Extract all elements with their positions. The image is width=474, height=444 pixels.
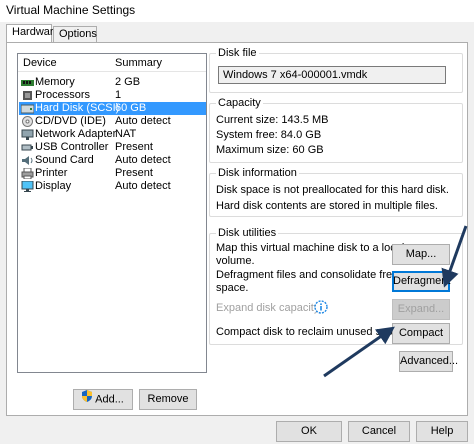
add-button-label: Add...: [95, 393, 124, 406]
title-bar: Virtual Machine Settings: [0, 0, 474, 22]
device-name: USB Controller: [35, 141, 109, 153]
advanced-button[interactable]: Advanced...: [399, 351, 458, 372]
device-summary: Auto detect: [115, 115, 171, 127]
column-header-device[interactable]: Device: [23, 57, 57, 69]
defragment-description-line-2: space.: [216, 282, 249, 294]
disk-file-group: Disk file Windows 7 x64-000001.vmdk: [209, 47, 463, 93]
info-icon: [314, 300, 328, 317]
add-button[interactable]: Add...: [73, 389, 133, 410]
map-description-line-2: volume.: [216, 255, 255, 267]
device-summary: Present: [115, 141, 153, 153]
remove-button[interactable]: Remove: [139, 389, 197, 410]
map-description-line-1: Map this virtual machine disk to a local: [216, 242, 405, 254]
help-button[interactable]: Help: [416, 421, 468, 442]
device-summary: NAT: [115, 128, 137, 140]
tab-hardware[interactable]: Hardware: [6, 24, 60, 43]
disk-file-path-field[interactable]: Windows 7 x64-000001.vmdk: [218, 66, 446, 84]
usb-icon: [21, 142, 34, 153]
memory-icon: [21, 77, 34, 88]
device-row-memory[interactable]: Memory 2 GB: [19, 76, 206, 89]
compact-description: Compact disk to reclaim unused space.: [216, 326, 408, 338]
device-row-network-adapter[interactable]: Network Adapter NAT: [19, 128, 206, 141]
device-row-cd-dvd[interactable]: CD/DVD (IDE) Auto detect: [19, 115, 206, 128]
device-row-printer[interactable]: Printer Present: [19, 167, 206, 180]
device-name: Display: [35, 180, 72, 192]
disk-information-group: Disk information Disk space is not preal…: [209, 167, 463, 217]
device-name: Memory: [35, 76, 75, 88]
current-size-text: Current size: 143.5 MB: [216, 114, 329, 126]
device-name: Sound Card: [35, 154, 94, 166]
maximum-size-text: Maximum size: 60 GB: [216, 144, 324, 156]
printer-icon: [21, 167, 34, 180]
device-name: Network Adapter: [35, 128, 117, 140]
expand-button[interactable]: Expand...: [392, 299, 450, 320]
map-button[interactable]: Map...: [392, 244, 450, 265]
device-list-header: Device Summary: [18, 54, 206, 72]
device-list[interactable]: Device Summary Memory 2 GB Processors 1 …: [17, 53, 207, 373]
processor-icon: [21, 90, 34, 101]
device-summary: 1: [115, 89, 122, 101]
hard-disk-icon: [20, 103, 35, 114]
disk-file-group-label: Disk file: [216, 47, 259, 59]
device-row-processors[interactable]: Processors 1: [19, 89, 206, 102]
device-row-display[interactable]: Display Auto detect: [19, 180, 206, 193]
network-adapter-icon: [21, 129, 34, 140]
device-summary: Auto detect: [115, 180, 171, 192]
disk-info-line-1: Disk space is not preallocated for this …: [216, 184, 449, 196]
device-summary: Present: [115, 167, 153, 179]
compact-button[interactable]: Compact: [392, 323, 450, 344]
expand-description: Expand disk capacity.: [216, 302, 322, 314]
window-title: Virtual Machine Settings: [6, 3, 136, 17]
disk-utilities-group: Disk utilities Map this virtual machine …: [209, 227, 463, 345]
device-name: Hard Disk (SCSI): [35, 102, 120, 114]
device-name: Printer: [35, 167, 68, 179]
device-row-hard-disk[interactable]: Hard Disk (SCSI) 60 GB: [19, 102, 206, 115]
device-summary: 2 GB: [115, 76, 141, 88]
device-row-usb-controller[interactable]: USB Controller Present: [19, 141, 206, 154]
hardware-panel: Device Summary Memory 2 GB Processors 1 …: [6, 42, 468, 416]
shield-icon: [82, 390, 93, 409]
capacity-group-label: Capacity: [216, 97, 263, 109]
device-name: CD/DVD (IDE): [35, 115, 106, 127]
disk-utilities-group-label: Disk utilities: [216, 227, 279, 239]
disk-information-group-label: Disk information: [216, 167, 299, 179]
device-summary: Auto detect: [115, 154, 171, 166]
display-icon: [21, 180, 34, 192]
defragment-description-line-1: Defragment files and consolidate free: [216, 269, 399, 281]
tab-options[interactable]: Options: [53, 26, 97, 43]
device-row-sound-card[interactable]: Sound Card Auto detect: [19, 154, 206, 167]
defragment-button[interactable]: Defragment: [392, 271, 450, 292]
column-header-summary[interactable]: Summary: [115, 57, 162, 69]
cd-dvd-icon: [21, 116, 34, 127]
disk-info-line-2: Hard disk contents are stored in multipl…: [216, 200, 438, 212]
system-free-text: System free: 84.0 GB: [216, 129, 322, 141]
capacity-group: Capacity Current size: 143.5 MB System f…: [209, 97, 463, 163]
device-summary: 60 GB: [115, 102, 147, 114]
device-name: Processors: [35, 89, 91, 101]
vm-settings-window: Virtual Machine Settings Hardware Option…: [0, 0, 474, 444]
cancel-button[interactable]: Cancel: [348, 421, 410, 442]
ok-button[interactable]: OK: [276, 421, 342, 442]
sound-card-icon: [21, 155, 34, 166]
